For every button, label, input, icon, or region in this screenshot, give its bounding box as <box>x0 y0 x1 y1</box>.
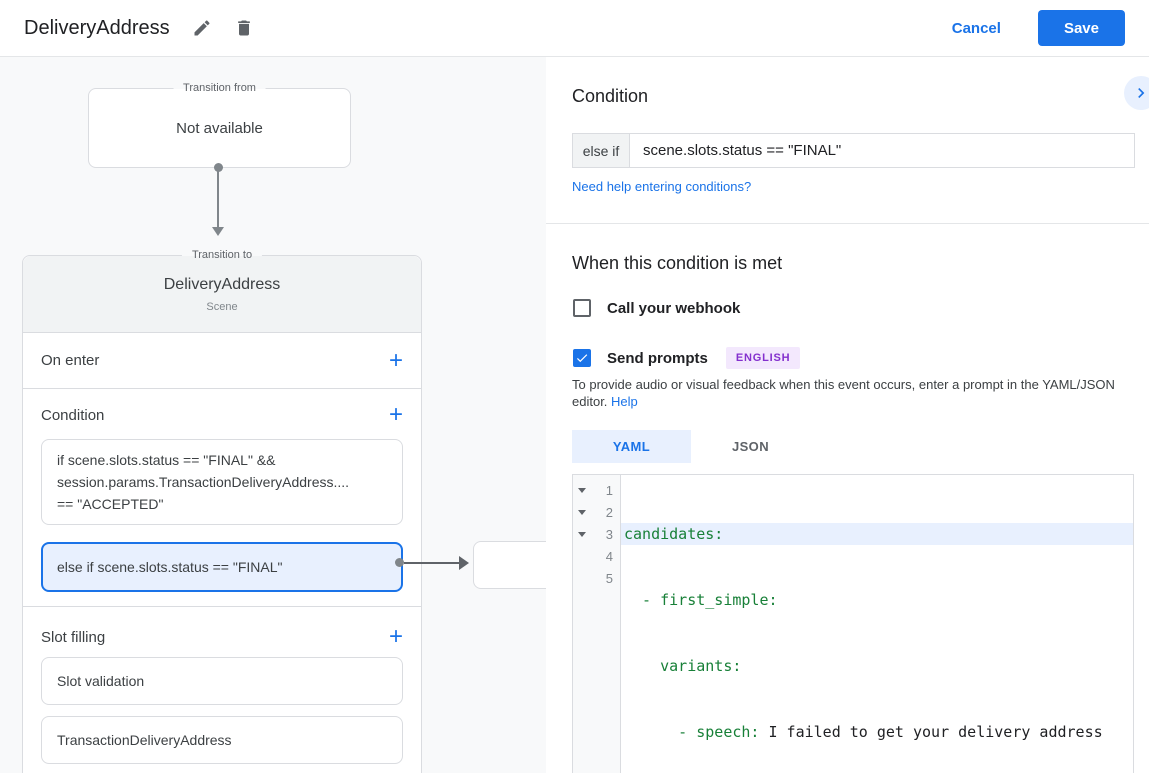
scene-editor-screen: DeliveryAddress Cancel Save Transition f… <box>0 0 1149 773</box>
main-content: Transition from Not available Transition… <box>0 57 1149 773</box>
condition-title: Condition <box>41 406 105 424</box>
condition-prefix-label: else if <box>573 134 630 167</box>
chevron-right-icon <box>1138 88 1145 98</box>
when-condition-met-title: When this condition is met <box>572 253 783 273</box>
fold-toggle-icon[interactable] <box>573 509 589 515</box>
condition-item-if[interactable]: if scene.slots.status == "FINAL" && sess… <box>41 439 403 525</box>
code-line-3: variants: <box>624 657 742 675</box>
transition-from-node: Transition from Not available <box>88 81 351 168</box>
transition-to-label: Transition to <box>181 248 263 263</box>
header-actions: Cancel Save <box>952 10 1125 46</box>
gutter-row: 3 <box>573 523 620 545</box>
check-icon <box>576 354 588 363</box>
call-webhook-checkbox[interactable] <box>573 299 591 317</box>
scene-card-header: DeliveryAddress Scene <box>23 256 421 333</box>
transition-from-label: Transition from <box>173 81 266 96</box>
code-line-1: candidates: <box>621 523 1133 545</box>
condition-expression-row: else if scene.slots.status == "FINAL" <box>572 133 1135 168</box>
send-prompts-label[interactable]: Send prompts <box>607 350 708 367</box>
send-prompts-row: Send prompts ENGLISH <box>573 347 801 369</box>
cancel-button[interactable]: Cancel <box>952 20 1001 37</box>
add-condition-icon[interactable]: + <box>389 403 403 427</box>
condition-expression-input[interactable]: scene.slots.status == "FINAL" <box>630 134 1134 167</box>
scene-name: DeliveryAddress <box>163 275 281 293</box>
gutter-row: 1 <box>573 479 620 501</box>
condition-item-elseif-selected[interactable]: else if scene.slots.status == "FINAL" <box>41 542 403 592</box>
add-slot-icon[interactable]: + <box>389 625 403 649</box>
condition-connector-arrow-head <box>459 556 469 570</box>
slot-filling-section: Slot filling + Slot validation Transacti… <box>23 607 421 764</box>
panel-title: Condition <box>572 86 649 106</box>
on-enter-section: On enter + <box>23 333 421 389</box>
line-number: 4 <box>605 548 613 564</box>
transition-from-content: Not available <box>176 119 263 137</box>
call-webhook-row: Call your webhook <box>573 299 740 317</box>
flow-diagram-panel: Transition from Not available Transition… <box>0 57 546 773</box>
editor-code-area[interactable]: candidates: - first_simple: variants: - … <box>621 475 1133 773</box>
yaml-code-editor: 1 2 3 4 5 candidates: - first_simple: va… <box>572 474 1134 773</box>
fold-toggle-icon[interactable] <box>573 531 589 537</box>
condition-connector-dot <box>395 558 404 567</box>
edit-icon[interactable] <box>192 18 212 38</box>
call-webhook-label[interactable]: Call your webhook <box>607 300 740 317</box>
code-line-4: - speech: I failed to get your delivery … <box>624 723 1103 741</box>
slot-item-validation[interactable]: Slot validation <box>41 657 403 705</box>
line-number: 5 <box>605 570 613 586</box>
save-button[interactable]: Save <box>1037 10 1125 46</box>
flow-arrow-line <box>217 169 219 227</box>
page-title: DeliveryAddress <box>24 16 170 39</box>
condition-help-link[interactable]: Need help entering conditions? <box>572 179 751 194</box>
prompts-description-text: To provide audio or visual feedback when… <box>572 377 1115 409</box>
add-on-enter-icon[interactable]: + <box>389 348 403 372</box>
gutter-row: 5 <box>573 567 620 589</box>
send-prompts-checkbox[interactable] <box>573 349 591 367</box>
flow-arrow-head <box>212 227 224 236</box>
collapse-panel-button[interactable] <box>1124 76 1149 110</box>
help-link[interactable]: Help <box>611 394 638 409</box>
scene-type-label: Scene <box>206 300 238 313</box>
condition-target-node[interactable] <box>473 541 546 589</box>
slot-item-transaction-delivery-address[interactable]: TransactionDeliveryAddress <box>41 716 403 764</box>
condition-section: Condition + if scene.slots.status == "FI… <box>23 389 421 607</box>
tab-json[interactable]: JSON <box>691 430 810 463</box>
fold-toggle-icon[interactable] <box>573 487 589 493</box>
condition-if-line3: == "ACCEPTED" <box>57 496 164 512</box>
transition-to-card: Transition to DeliveryAddress Scene On e… <box>22 248 422 773</box>
slot-filling-title: Slot filling <box>41 628 106 646</box>
code-line-2: - first_simple: <box>624 591 778 609</box>
panel-divider <box>546 223 1149 224</box>
tab-yaml[interactable]: YAML <box>572 430 691 463</box>
gutter-row: 2 <box>573 501 620 523</box>
header-bar: DeliveryAddress Cancel Save <box>0 0 1149 57</box>
line-number: 3 <box>605 526 613 542</box>
prompts-description: To provide audio or visual feedback when… <box>572 376 1132 410</box>
condition-detail-panel: Condition else if scene.slots.status == … <box>546 57 1149 773</box>
slot-filling-section-header: Slot filling + <box>23 607 421 657</box>
condition-if-line1: if scene.slots.status == "FINAL" && <box>57 452 276 468</box>
line-number: 1 <box>605 482 613 498</box>
gutter-row: 4 <box>573 545 620 567</box>
editor-format-tabs: YAML JSON <box>572 430 810 463</box>
condition-section-header: Condition + <box>23 389 421 437</box>
language-badge: ENGLISH <box>725 347 801 369</box>
delete-icon[interactable] <box>234 18 254 38</box>
editor-gutter: 1 2 3 4 5 <box>573 475 621 773</box>
line-number: 2 <box>605 504 613 520</box>
on-enter-title: On enter <box>41 352 100 369</box>
condition-connector-line <box>404 562 460 564</box>
condition-if-line2: session.params.TransactionDeliveryAddres… <box>57 474 350 490</box>
